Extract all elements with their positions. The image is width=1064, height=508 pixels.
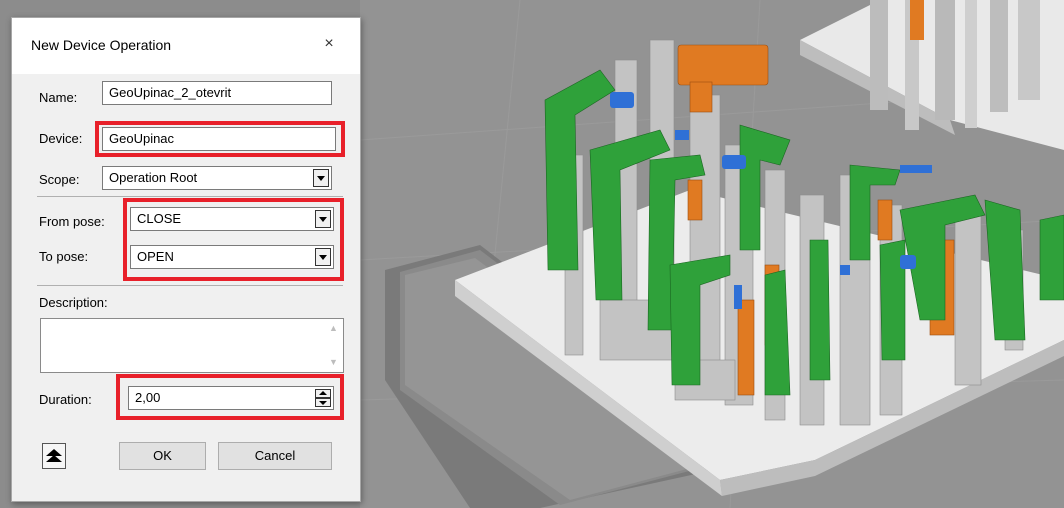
duration-label: Duration: [39,392,92,407]
chevron-down-icon[interactable] [315,248,331,266]
section-divider [37,196,343,197]
chevron-down-icon[interactable] [313,169,329,187]
device-label: Device: [39,131,83,146]
to-pose-label: To pose: [39,249,89,264]
description-textarea[interactable]: ▲ ▼ [40,318,344,373]
description-scrollbar[interactable]: ▲ ▼ [326,319,343,372]
close-icon[interactable]: × [317,32,341,56]
from-pose-value: CLOSE [137,211,182,226]
description-label: Description: [39,295,108,310]
duration-spinbox[interactable]: 2,00 [128,386,334,410]
from-pose-label: From pose: [39,214,105,229]
scroll-up-icon[interactable]: ▲ [329,323,338,333]
collapse-up-icon [46,449,62,462]
duration-value: 2,00 [135,390,161,405]
spin-up-down-icon[interactable] [315,389,331,407]
cancel-button[interactable]: Cancel [218,442,332,470]
from-pose-dropdown[interactable]: CLOSE [130,207,334,231]
to-pose-dropdown[interactable]: OPEN [130,245,334,269]
name-input[interactable]: GeoUpinac_2_otevrit [102,81,332,105]
device-input[interactable]: GeoUpinac [102,127,336,151]
scope-value: Operation Root [109,170,198,185]
dialog-titlebar: New Device Operation × [12,18,360,74]
spin-up-icon[interactable] [315,389,331,398]
to-pose-value: OPEN [137,249,174,264]
spin-down-icon[interactable] [315,398,331,407]
section-divider [37,285,343,286]
ok-button[interactable]: OK [119,442,206,470]
dialog-title: New Device Operation [31,37,172,53]
scope-dropdown[interactable]: Operation Root [102,166,332,190]
name-label: Name: [39,90,78,105]
scope-label: Scope: [39,172,80,187]
collapse-button[interactable] [42,443,66,469]
new-device-operation-dialog: New Device Operation × Name: GeoUpinac_2… [11,17,361,502]
chevron-down-icon[interactable] [315,210,331,228]
scroll-down-icon[interactable]: ▼ [329,357,338,367]
